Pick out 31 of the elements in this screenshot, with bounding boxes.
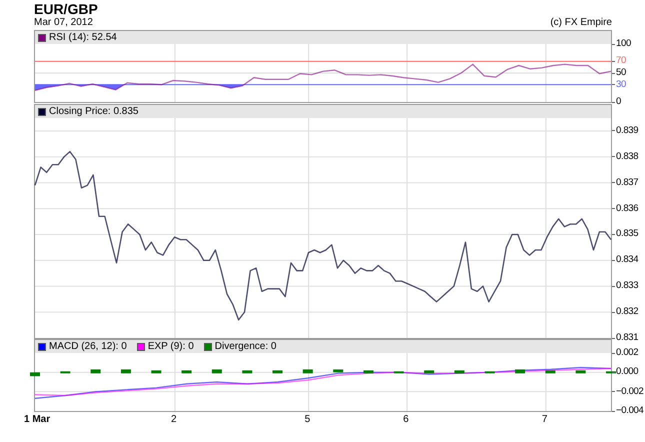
axis-label: 0.002 <box>616 348 638 358</box>
axis-label: 0.835 <box>616 229 638 240</box>
axis-label: 0.834 <box>616 255 638 266</box>
axis-label: 0.000 <box>616 367 638 378</box>
axis-label: −0.004 <box>616 406 644 416</box>
legend-label: Divergence: 0 <box>214 340 276 352</box>
chart-date: Mar 07, 2012 <box>34 17 93 28</box>
axis-label: −0.002 <box>616 386 644 397</box>
axis-label: 30 <box>616 80 626 90</box>
axis-label: 0.839 <box>616 126 638 136</box>
axis-label: 70 <box>616 56 626 66</box>
axis-label: 100 <box>616 39 631 49</box>
x-axis-label: 1 Mar <box>24 414 50 426</box>
copyright-text: (c) FX Empire <box>550 17 612 28</box>
x-axis-label: 5 <box>304 414 310 426</box>
axis-label: 0.838 <box>616 152 638 162</box>
chart-title: EUR/GBP <box>34 3 99 16</box>
legend-label: Closing Price: 0.835 <box>49 106 138 118</box>
axis-label: 0.833 <box>616 281 638 292</box>
legend-label: EXP (9): 0 <box>148 340 194 352</box>
x-axis-label: 7 <box>542 414 548 426</box>
axis-label: 0.832 <box>616 307 638 318</box>
x-axis-label: 6 <box>403 414 409 426</box>
axis-label: 0 <box>616 97 621 107</box>
axis-label: 0.837 <box>616 178 638 188</box>
legend-label: RSI (14): 52.54 <box>49 32 117 44</box>
axis-label: 0.831 <box>616 333 638 343</box>
x-axis-label: 2 <box>170 414 177 426</box>
axis-label: 0.836 <box>616 204 638 214</box>
axis-label: 50 <box>616 68 626 78</box>
legend-label: MACD (26, 12): 0 <box>49 340 127 352</box>
